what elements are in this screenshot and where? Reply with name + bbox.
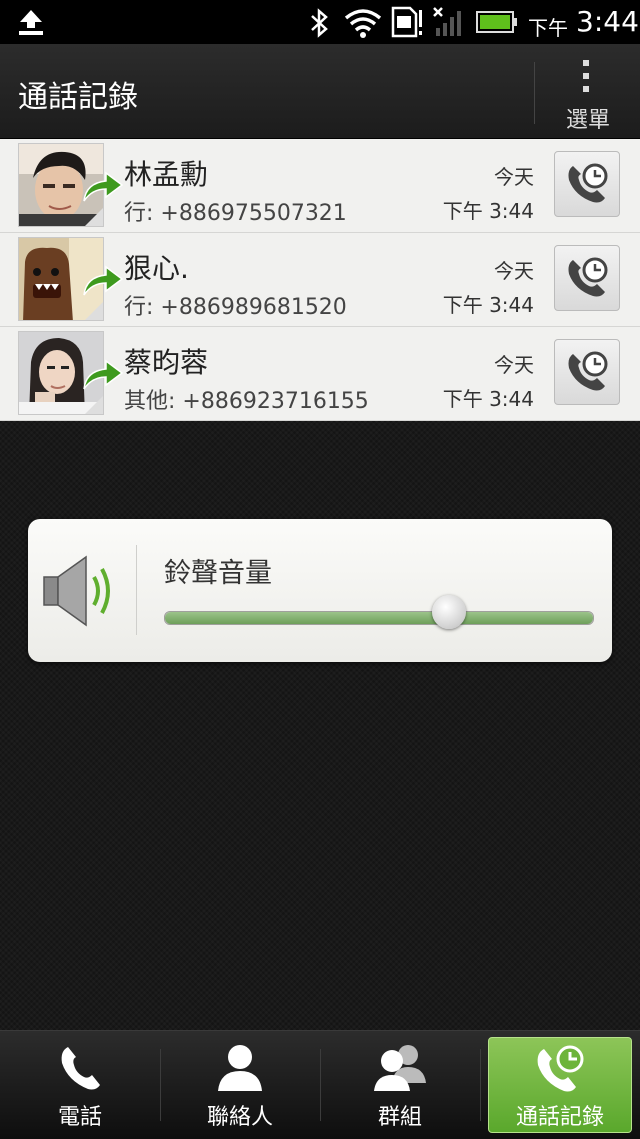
call-history-button[interactable] (554, 339, 620, 405)
phone-icon (61, 1047, 100, 1090)
call-date: 今天 (494, 165, 534, 189)
contact-name: 蔡昀蓉 (124, 346, 209, 379)
contact-name: 狠心. (124, 252, 189, 285)
call-log-row[interactable]: 林孟勳 行: +886975507321 今天 下午 3:44 (0, 139, 640, 233)
group-icon (374, 1045, 426, 1091)
status-bar: 下午 3:44 (0, 0, 640, 44)
call-time: 下午 3:44 (442, 293, 534, 317)
phone-number: 行: +886989681520 (124, 295, 347, 320)
outgoing-call-arrow-icon (83, 171, 124, 202)
ringer-volume-dialog: 鈴聲音量 (28, 519, 612, 662)
call-log-list: 林孟勳 行: +886975507321 今天 下午 3:44 狠心. 行: +… (0, 139, 640, 421)
call-history-button[interactable] (554, 151, 620, 217)
tab-label: 聯絡人 (206, 1105, 273, 1130)
volume-divider (136, 545, 137, 635)
phone-number: 其他: +886923716155 (124, 389, 369, 414)
speaker-icon (43, 555, 110, 627)
phone-number: 行: +886975507321 (124, 201, 347, 226)
call-history-icon (568, 351, 608, 391)
outgoing-call-arrow-icon (83, 359, 124, 390)
call-history-button[interactable] (554, 245, 620, 311)
signal-icon (433, 7, 461, 36)
call-log-row[interactable]: 狠心. 行: +886989681520 今天 下午 3:44 (0, 233, 640, 327)
overflow-menu-icon (583, 60, 591, 99)
call-history-icon (568, 163, 608, 203)
status-clock: 3:44 (576, 5, 639, 38)
tab-label: 電話 (57, 1105, 102, 1130)
volume-title: 鈴聲音量 (164, 558, 272, 589)
bluetooth-icon (311, 8, 328, 38)
call-date: 今天 (494, 259, 534, 283)
action-bar: 通話記錄 選單 (0, 44, 640, 139)
call-time: 下午 3:44 (442, 387, 534, 411)
tab-groups[interactable]: 群組 (320, 1031, 480, 1139)
tab-contacts[interactable]: 聯絡人 (160, 1031, 320, 1139)
volume-slider-fill (165, 612, 593, 624)
call-time: 下午 3:44 (442, 199, 534, 223)
volume-slider[interactable] (164, 611, 594, 625)
status-ampm: 下午 (528, 16, 568, 40)
tab-phone[interactable]: 電話 (0, 1031, 160, 1139)
bottom-tab-bar: 電話 聯絡人 群組 通話記錄 (0, 1030, 640, 1139)
battery-icon (476, 11, 517, 33)
outgoing-call-arrow-icon (83, 265, 124, 296)
menu-button[interactable]: 選單 (536, 44, 640, 138)
action-bar-divider (534, 62, 535, 124)
sim-icon (391, 6, 422, 38)
menu-label: 選單 (565, 108, 610, 133)
contact-name: 林孟勳 (124, 158, 209, 191)
volume-slider-thumb[interactable] (432, 595, 466, 629)
call-log-row[interactable]: 蔡昀蓉 其他: +886923716155 今天 下午 3:44 (0, 327, 640, 421)
call-history-icon (568, 257, 608, 297)
call-history-icon (537, 1045, 584, 1092)
call-date: 今天 (494, 353, 534, 377)
page-title: 通話記錄 (18, 80, 138, 115)
person-icon (218, 1045, 262, 1091)
upload-icon (19, 10, 43, 35)
tab-label: 通話記錄 (515, 1105, 604, 1130)
tab-call-history[interactable]: 通話記錄 (480, 1031, 640, 1139)
wifi-icon (344, 9, 382, 38)
tab-label: 群組 (377, 1105, 422, 1130)
